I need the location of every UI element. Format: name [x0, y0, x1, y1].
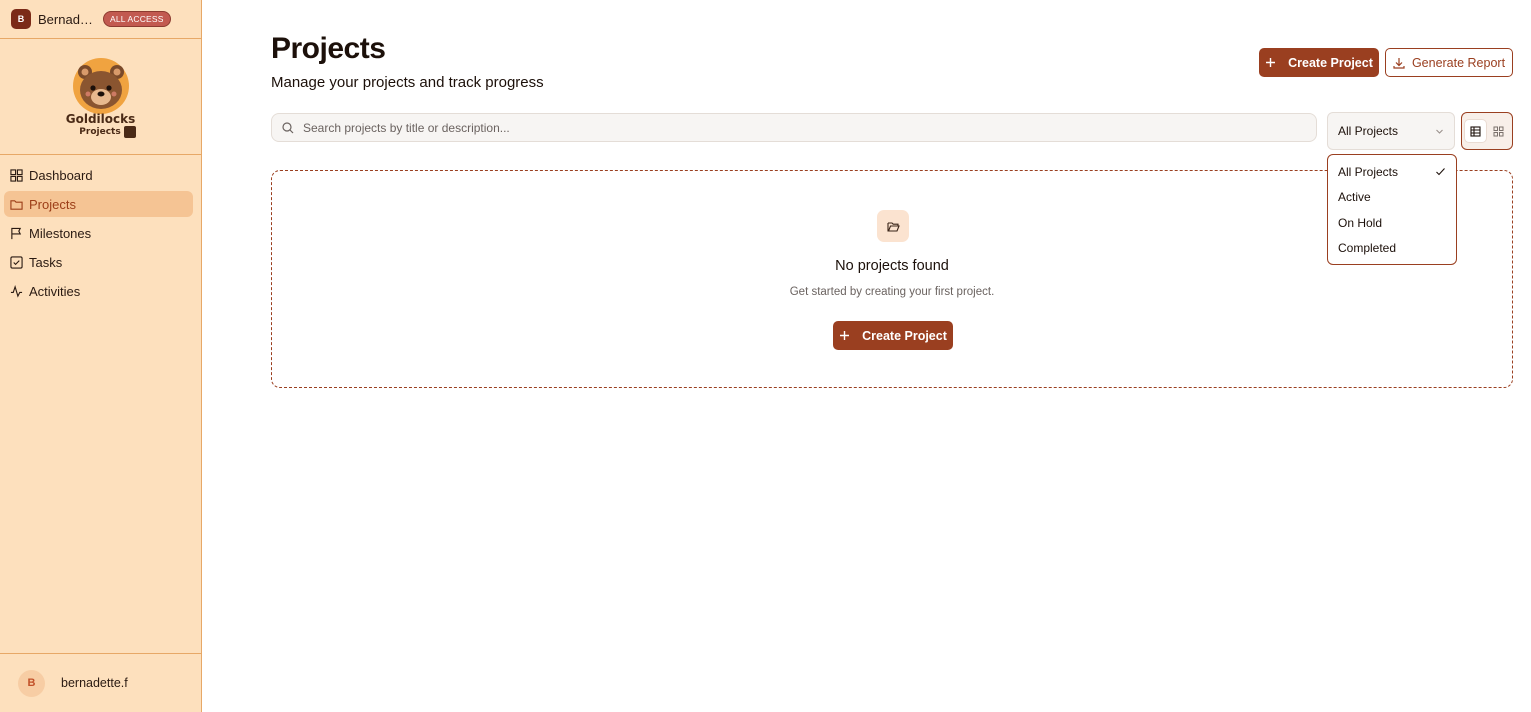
status-filter-value: All Projects	[1338, 124, 1399, 138]
search-icon	[282, 121, 294, 133]
empty-state-description: Get started by creating your first proje…	[789, 286, 995, 298]
flag-icon	[10, 227, 23, 240]
workspace-name: Bernadette	[38, 11, 98, 27]
page-title: Projects	[271, 32, 386, 65]
sidebar-item-label: Milestones	[29, 225, 92, 241]
page-subtitle: Manage your projects and track progress	[271, 74, 544, 91]
sidebar-item-milestones[interactable]: Milestones	[4, 220, 193, 246]
logo-name: Goldilocks	[65, 111, 136, 126]
sidebar-item-label: Projects	[29, 196, 76, 212]
folder-icon	[10, 198, 23, 211]
grid-icon	[1493, 126, 1504, 136]
workspace-switcher[interactable]: B Bernadette ALL ACCESS	[0, 0, 201, 39]
bear-logo-icon	[72, 57, 129, 114]
create-first-project-button[interactable]: Create Project	[833, 321, 953, 350]
sidebar-item-activities[interactable]: Activities	[4, 278, 193, 304]
dashboard-icon	[10, 168, 23, 182]
access-badge: ALL ACCESS	[103, 11, 171, 27]
filter-option-on-hold[interactable]: On Hold	[1328, 210, 1456, 236]
empty-state-title: No projects found	[835, 258, 949, 274]
workspace-avatar: B	[11, 9, 31, 29]
main-content: Projects Manage your projects and track …	[271, 0, 1513, 712]
view-toggle	[1461, 112, 1513, 150]
create-project-label: Create Project	[1288, 55, 1373, 70]
create-project-button[interactable]: Create Project	[1259, 48, 1379, 77]
checkbox-icon	[10, 255, 23, 269]
filter-option-label: All Projects	[1338, 164, 1399, 179]
status-filter-select[interactable]: All Projects	[1327, 112, 1455, 150]
logo-subtitle-text: Projects	[79, 126, 121, 137]
generate-report-label: Generate Report	[1411, 55, 1506, 70]
generate-report-button[interactable]: Generate Report	[1385, 48, 1513, 77]
plus-icon	[1266, 58, 1276, 67]
sidebar-item-dashboard[interactable]: Dashboard	[4, 162, 193, 188]
activity-icon	[10, 284, 23, 298]
sidebar-item-projects[interactable]: Projects	[4, 191, 193, 217]
filter-option-label: On Hold	[1338, 215, 1383, 230]
user-name: bernadette.f	[61, 676, 128, 690]
filter-option-active[interactable]: Active	[1328, 185, 1456, 211]
table-icon	[1470, 125, 1481, 137]
chevron-down-icon	[1436, 129, 1443, 134]
check-icon	[1436, 168, 1445, 176]
logo-badge-icon	[123, 125, 136, 138]
user-profile[interactable]: B bernadette.f	[0, 653, 201, 712]
sidebar-item-label: Dashboard	[29, 167, 93, 183]
sidebar-item-tasks[interactable]: Tasks	[4, 249, 193, 275]
avatar: B	[18, 669, 45, 697]
sidebar-nav: Dashboard Projects Milestones Tasks Acti…	[0, 155, 201, 304]
sidebar-item-label: Tasks	[29, 254, 63, 270]
grid-view-button[interactable]	[1489, 120, 1510, 142]
sidebar: B Bernadette ALL ACCESS Goldilocks Proje…	[0, 0, 202, 712]
filter-option-all-projects[interactable]: All Projects	[1328, 159, 1456, 185]
download-icon	[1393, 57, 1405, 69]
plus-icon	[840, 331, 850, 340]
logo-subtitle: Projects	[79, 125, 136, 138]
search-input[interactable]	[303, 120, 1203, 135]
filter-option-label: Completed	[1338, 241, 1397, 256]
filter-option-label: Active	[1338, 190, 1371, 205]
folder-open-icon	[877, 210, 909, 242]
create-first-project-label: Create Project	[862, 328, 947, 343]
filter-option-completed[interactable]: Completed	[1328, 236, 1456, 262]
table-view-button[interactable]	[1465, 120, 1486, 142]
search-bar[interactable]	[271, 113, 1317, 142]
status-filter-dropdown: All Projects Active On Hold Completed	[1327, 154, 1457, 265]
sidebar-item-label: Activities	[29, 283, 81, 299]
logo: Goldilocks Projects	[0, 39, 201, 155]
